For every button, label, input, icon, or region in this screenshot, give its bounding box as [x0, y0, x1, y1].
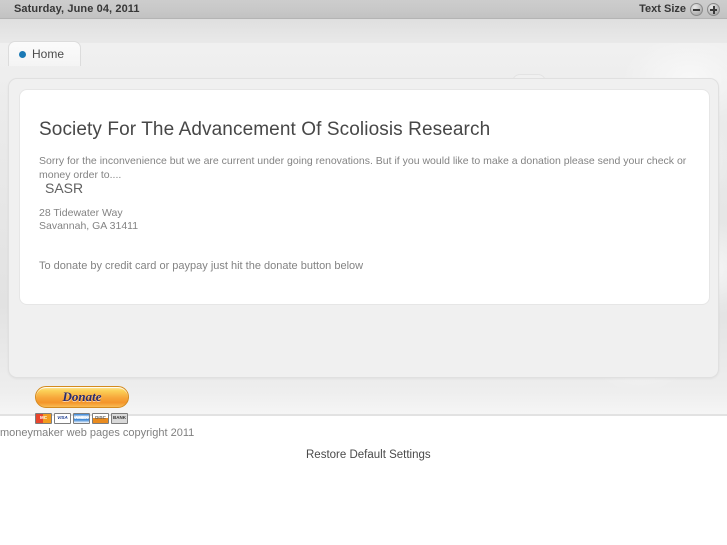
bank-icon: BANK: [111, 413, 128, 424]
text-size-label: Text Size: [639, 3, 686, 15]
visa-icon: VISA: [54, 413, 71, 424]
organization-name: SASR: [45, 180, 84, 196]
donate-instructions: To donate by credit card or paypay just …: [39, 260, 364, 272]
discover-icon: DISC: [92, 413, 109, 424]
mailing-address: 28 Tidewater Way Savannah, GA 31411: [39, 207, 138, 232]
page-title: Society For The Advancement Of Scoliosis…: [39, 118, 491, 140]
tab-row: Home: [0, 41, 727, 66]
footer-copyright: moneymaker web pages copyright 2011: [0, 427, 195, 439]
address-line-1: 28 Tidewater Way: [39, 207, 123, 219]
tab-home-label: Home: [32, 47, 65, 61]
mastercard-icon: MC: [35, 413, 52, 424]
top-utility-bar: Saturday, June 04, 2011 Text Size: [0, 0, 727, 19]
donate-area: Donate MC VISA AMEX DISC BANK: [35, 386, 135, 424]
donate-button-label: Donate: [62, 389, 102, 404]
text-size-controls: Text Size: [639, 2, 720, 16]
notice-paragraph: Sorry for the inconvenience but we are c…: [39, 154, 687, 181]
content-panel: Society For The Advancement Of Scoliosis…: [8, 78, 719, 424]
nav-strip: [0, 19, 727, 43]
bullet-dot-icon: [19, 50, 26, 58]
plus-circle-icon[interactable]: [707, 2, 720, 16]
restore-default-settings-link[interactable]: Restore Default Settings: [306, 449, 431, 461]
content-card: Society For The Advancement Of Scoliosis…: [19, 89, 710, 305]
minus-circle-icon[interactable]: [690, 2, 703, 16]
amex-icon: AMEX: [73, 413, 90, 424]
current-date: Saturday, June 04, 2011: [14, 3, 140, 15]
donate-button[interactable]: Donate: [35, 386, 129, 408]
address-line-2: Savannah, GA 31411: [39, 219, 139, 232]
tab-home[interactable]: Home: [8, 41, 82, 66]
accepted-cards: MC VISA AMEX DISC BANK: [35, 413, 135, 424]
